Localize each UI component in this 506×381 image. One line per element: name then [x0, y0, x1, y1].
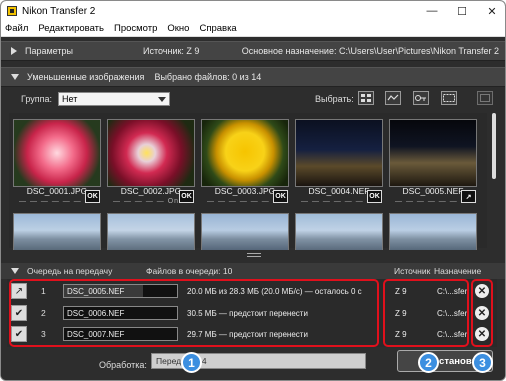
- menu-edit[interactable]: Редактировать: [38, 23, 104, 34]
- transfer-ok-badge: OK: [367, 190, 382, 203]
- thumbnail-filename: DSC_0005.NEF: [402, 186, 464, 196]
- thumbnails-section-header[interactable]: Уменьшенные изображения Выбрано файлов: …: [1, 67, 505, 87]
- menu-window[interactable]: Окно: [167, 23, 189, 34]
- destination-column-header: Назначение: [434, 266, 482, 276]
- minimize-button[interactable]: —: [417, 1, 447, 21]
- callout-2: 2: [418, 352, 439, 373]
- processing-label: Обработка:: [99, 359, 147, 370]
- queue-count: Файлов в очереди: 10: [146, 266, 233, 276]
- thumbnail-rating: — — — — — —: [395, 198, 458, 205]
- select-protected-button[interactable]: [413, 91, 429, 105]
- select-frame-button[interactable]: [441, 91, 457, 105]
- thumbnail-image[interactable]: [389, 213, 477, 251]
- group-label: Группа:: [21, 94, 53, 104]
- params-source: Источник: Z 9: [143, 46, 200, 56]
- thumbnail-scrollbar[interactable]: [489, 111, 499, 251]
- thumbnail-rating: — — — — — —: [207, 198, 270, 205]
- callout-1: 1: [181, 352, 202, 373]
- menu-bar: Файл Редактировать Просмотр Окно Справка: [1, 21, 505, 37]
- thumbnail-filename: DSC_0001.JPG: [26, 186, 88, 196]
- thumbnail-image[interactable]: [107, 119, 195, 187]
- thumbnail-image[interactable]: [295, 213, 383, 251]
- thumbnail-image[interactable]: [201, 119, 289, 187]
- transfer-ok-badge: OK: [85, 190, 100, 203]
- thumbnail-rating: — — — — — On: [113, 198, 180, 205]
- thumbnail-image[interactable]: [107, 213, 195, 251]
- params-label: Параметры: [25, 46, 73, 56]
- expand-triangle-icon[interactable]: [11, 47, 17, 55]
- collapse-triangle-icon[interactable]: [11, 268, 19, 274]
- thumbnails-label: Уменьшенные изображения: [27, 72, 145, 82]
- panel-splitter[interactable]: [1, 250, 505, 260]
- selected-count: Выбрано файлов: 0 из 14: [154, 72, 262, 82]
- thumbnail-filename: DSC_0002.JPG: [120, 186, 182, 196]
- thumbnail-image[interactable]: [201, 213, 289, 251]
- params-destination: Основное назначение: C:\Users\User\Pictu…: [241, 46, 499, 56]
- menu-file[interactable]: Файл: [5, 23, 28, 34]
- callout-3: 3: [472, 352, 493, 373]
- deselect-button[interactable]: [477, 91, 493, 105]
- thumbnail-image[interactable]: [295, 119, 383, 187]
- highlight-queue-destination: [383, 279, 469, 347]
- transfer-ok-badge: OK: [273, 190, 288, 203]
- thumbnail-rating: — — — — — —: [301, 198, 364, 205]
- thumbnail-filename: DSC_0003.JPG: [214, 186, 276, 196]
- thumbnail-rating: — — — — — —: [19, 198, 82, 205]
- app-logo-icon: [7, 6, 17, 16]
- select-all-button[interactable]: [358, 91, 374, 105]
- chevron-down-icon: [158, 97, 167, 102]
- group-dropdown-value: Нет: [62, 94, 78, 104]
- select-new-button[interactable]: [385, 91, 401, 105]
- highlight-remove-buttons: [471, 279, 493, 347]
- close-window-button[interactable]: ✕: [477, 1, 505, 21]
- window-title: Nikon Transfer 2: [22, 5, 96, 17]
- scrollbar-thumb[interactable]: [492, 113, 496, 179]
- thumbnail-image[interactable]: [13, 119, 101, 187]
- group-toolbar: Группа: Нет Выбрать:: [1, 87, 505, 111]
- title-bar: Nikon Transfer 2 — ☐ ✕: [1, 1, 505, 21]
- menu-view[interactable]: Просмотр: [114, 23, 157, 34]
- queue-label: Очередь на передачу: [27, 266, 113, 276]
- maximize-button[interactable]: ☐: [447, 1, 477, 21]
- thumbnail-grid: DSC_0001.JPG DSC_0002.JPG DSC_0003.JPG D…: [9, 113, 487, 251]
- collapse-triangle-icon[interactable]: [11, 74, 19, 80]
- queue-section-header[interactable]: Очередь на передачу Файлов в очереди: 10…: [1, 263, 505, 279]
- transfer-ok-badge: OK: [179, 190, 194, 203]
- select-label: Выбрать:: [315, 94, 354, 104]
- grip-icon: [247, 253, 261, 257]
- thumbnail-image[interactable]: [13, 213, 101, 251]
- transferring-arrow-icon: ↗: [461, 190, 476, 203]
- params-section-header[interactable]: Параметры Источник: Z 9 Основное назначе…: [1, 41, 505, 61]
- thumbnail-image[interactable]: [389, 119, 477, 187]
- group-dropdown[interactable]: Нет: [58, 92, 171, 106]
- source-column-header: Источник: [394, 266, 431, 276]
- app-window: Nikon Transfer 2 — ☐ ✕ Файл Редактироват…: [0, 0, 506, 381]
- thumbnail-filename: DSC_0004.NEF: [308, 186, 370, 196]
- highlight-queue-files: [9, 279, 379, 347]
- menu-help[interactable]: Справка: [199, 23, 236, 34]
